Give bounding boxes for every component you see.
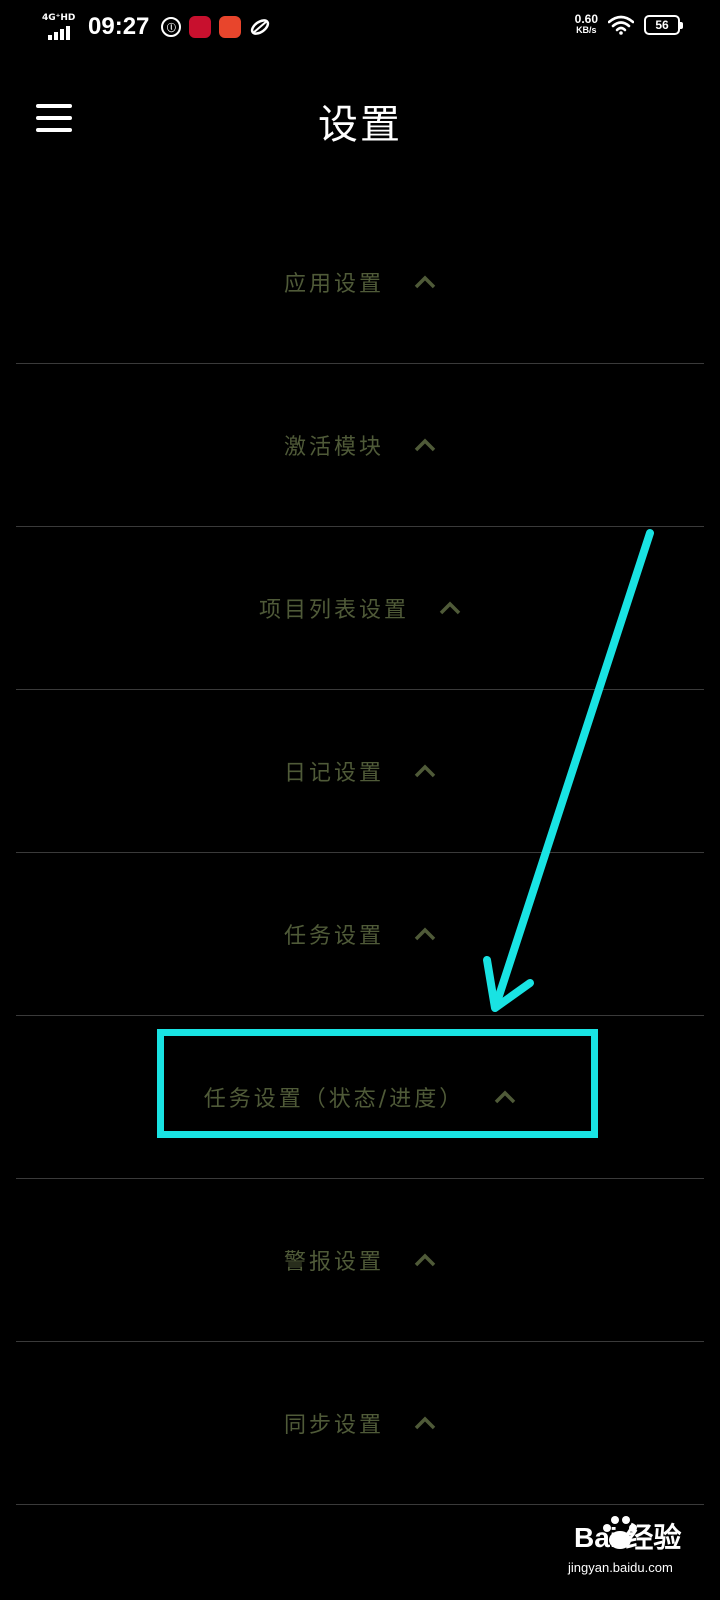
settings-item-diary[interactable]: 日记设置 — [16, 690, 704, 853]
settings-item-label: 任务设置 — [283, 924, 384, 949]
chevron-up-icon — [414, 1253, 436, 1267]
status-left: 4G⁺HD 09:27 ⓛ — [42, 12, 271, 42]
settings-list: 应用设置 激活模块 项目列表设置 日记设置 任务设置 任务设置（状态/进度） 警… — [16, 201, 704, 1505]
settings-item-project-list[interactable]: 项目列表设置 — [16, 527, 704, 690]
cellular-signal-icon: 4G⁺HD — [42, 12, 78, 42]
battery-level: 56 — [655, 18, 669, 32]
network-speed-unit: KB/s — [576, 25, 597, 35]
chevron-up-icon — [414, 764, 436, 778]
settings-item-label: 应用设置 — [283, 272, 384, 297]
settings-item-label: 同步设置 — [283, 1413, 384, 1438]
settings-item-app[interactable]: 应用设置 — [16, 201, 704, 364]
wifi-icon — [608, 15, 634, 35]
baidu-watermark: Bai 经验 jingyan.baidu.com — [540, 1514, 700, 1584]
settings-item-tasks[interactable]: 任务设置 — [16, 853, 704, 1016]
chevron-up-icon — [439, 601, 461, 615]
status-right: 0.60 KB/s 56 — [574, 12, 683, 36]
app-bar: 设置 — [0, 80, 720, 160]
status-bar: 4G⁺HD 09:27 ⓛ 0.60 KB/s 56 — [0, 0, 720, 56]
watermark-url: jingyan.baidu.com — [568, 1560, 673, 1575]
settings-item-activate-modules[interactable]: 激活模块 — [16, 364, 704, 527]
notification-app-icon-red — [189, 16, 212, 38]
battery-icon: 56 — [644, 15, 683, 35]
page-title: 设置 — [318, 102, 402, 148]
chevron-up-icon — [414, 1416, 436, 1430]
watermark-brand: Bai 经验 — [574, 1522, 682, 1553]
settings-item-label: 日记设置 — [283, 761, 384, 786]
notification-leaf-icon — [251, 19, 270, 35]
network-type-label: 4G⁺HD — [42, 13, 76, 23]
annotation-highlight-box — [157, 1029, 598, 1138]
settings-item-label: 项目列表设置 — [258, 598, 409, 623]
notification-app-icon-orange — [219, 16, 242, 38]
chevron-up-icon — [414, 275, 436, 289]
settings-item-label: 警报设置 — [283, 1250, 384, 1275]
status-time: 09:27 — [88, 13, 150, 40]
settings-item-alerts[interactable]: 警报设置 — [16, 1179, 704, 1342]
network-speed-value: 0.60 — [574, 12, 598, 26]
chevron-up-icon — [414, 927, 436, 941]
notification-app-icon: ⓛ — [161, 17, 182, 37]
network-speed: 0.60 KB/s — [574, 12, 598, 36]
settings-item-label: 激活模块 — [283, 435, 384, 460]
settings-item-sync[interactable]: 同步设置 — [16, 1342, 704, 1505]
chevron-up-icon — [414, 438, 436, 452]
